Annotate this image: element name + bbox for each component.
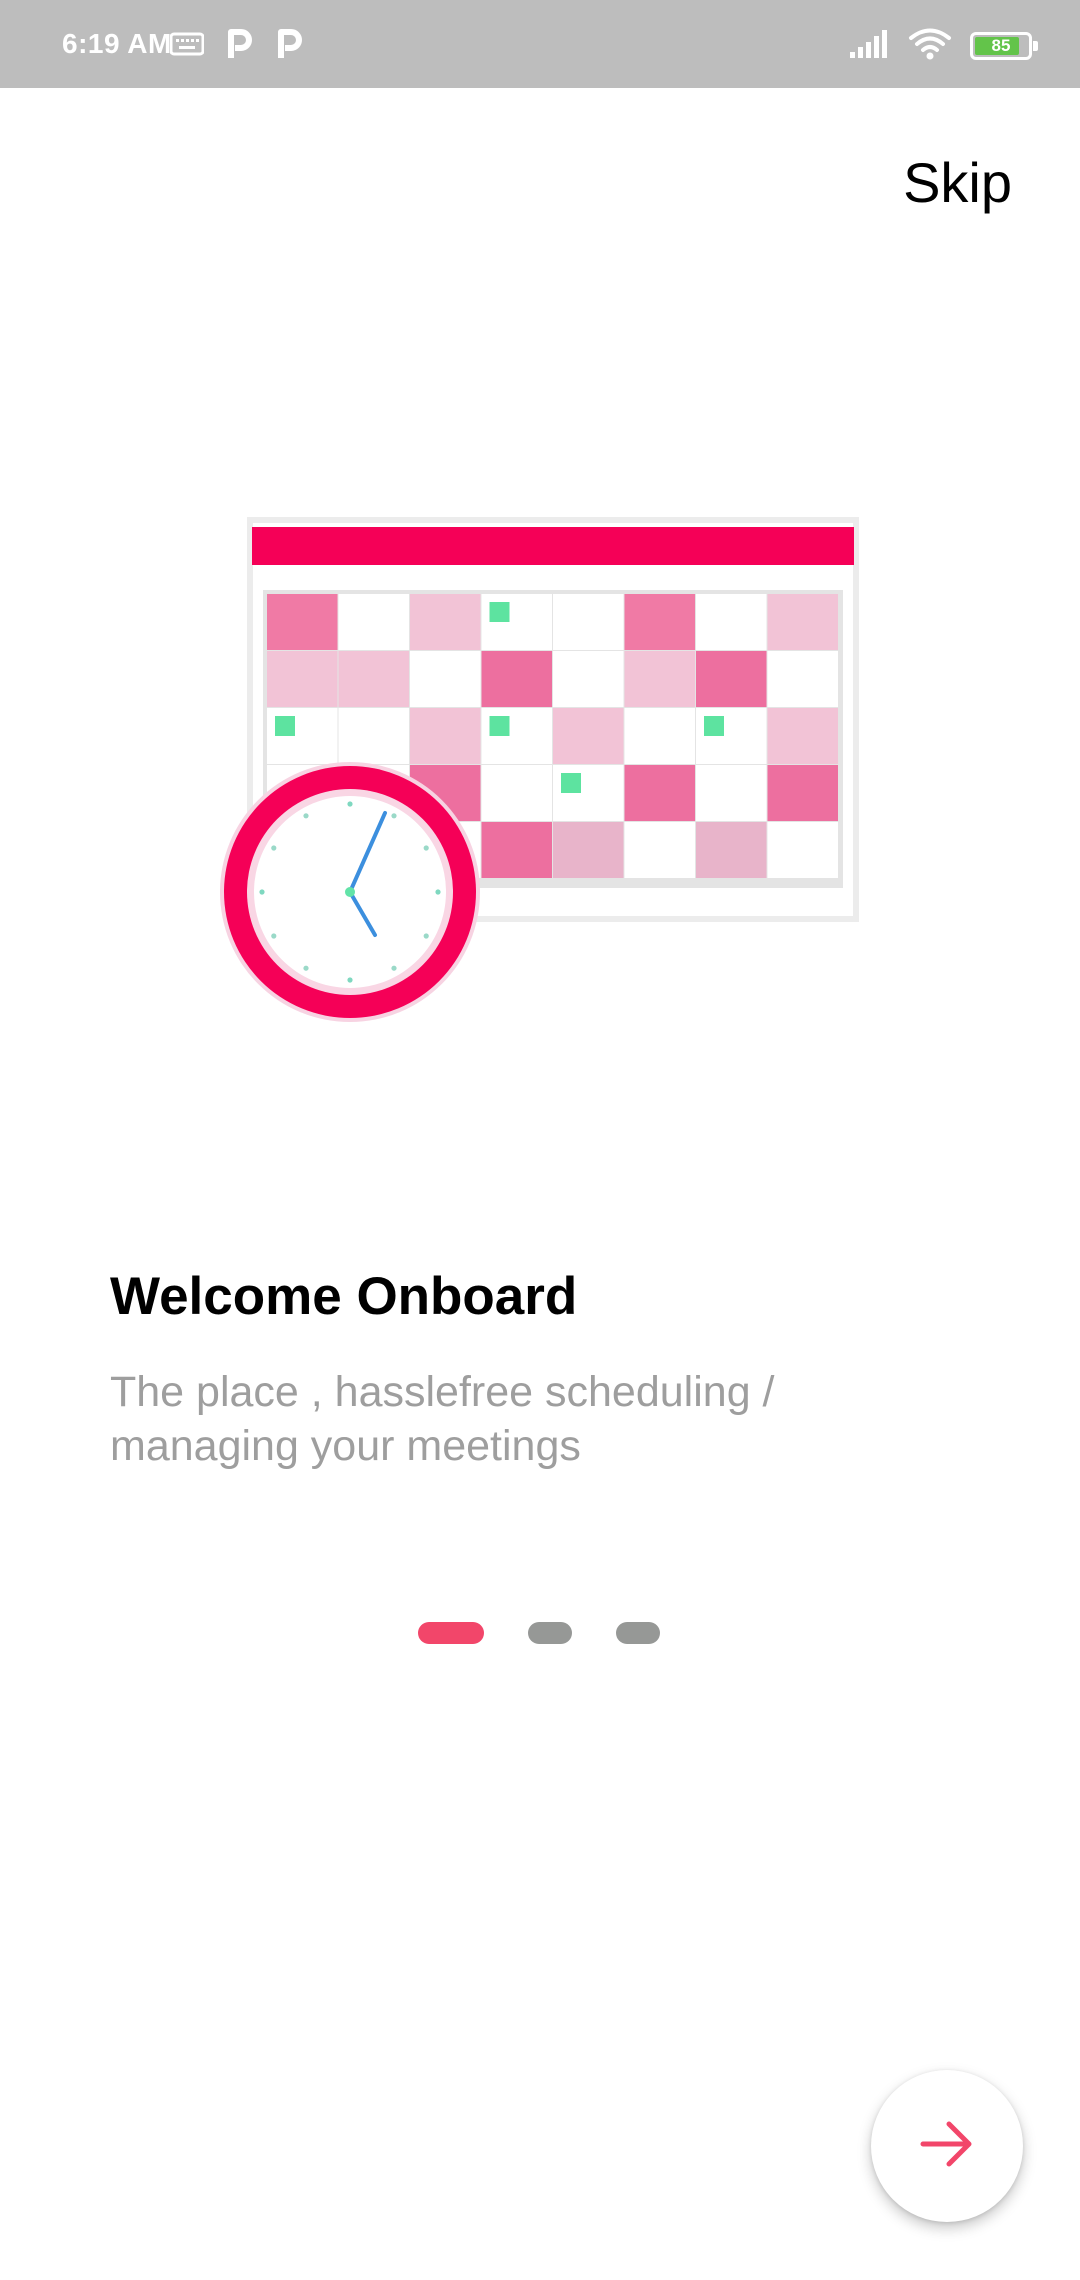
next-button[interactable] — [871, 2070, 1023, 2222]
wifi-icon — [908, 27, 952, 66]
calendar-cell — [624, 651, 695, 707]
calendar-cell — [410, 651, 481, 707]
calendar-cell — [267, 594, 338, 650]
page-dot-active — [418, 1622, 484, 1644]
calendar-cell — [338, 594, 409, 650]
clock-tick — [435, 889, 441, 895]
calendar-cell — [696, 765, 767, 821]
clock-tick — [423, 845, 429, 851]
calendar-cell — [553, 594, 624, 650]
calendar-header — [252, 527, 854, 565]
calendar-cell — [696, 594, 767, 650]
calendar-cell — [624, 765, 695, 821]
page-dot — [616, 1622, 660, 1644]
calendar-clock-illustration — [215, 510, 865, 1030]
calendar-cell — [624, 594, 695, 650]
calendar-cell — [767, 822, 838, 878]
calendar-event-marker — [489, 716, 510, 736]
battery-tip — [1033, 41, 1038, 51]
battery-icon: 85 — [970, 32, 1038, 60]
calendar-cell — [481, 651, 552, 707]
onboarding-subtitle: The place , hasslefree scheduling / mana… — [110, 1368, 775, 1470]
status-bar: 6:19 AM 85 — [0, 0, 1080, 88]
notification-icons — [169, 28, 304, 65]
calendar-cell — [338, 651, 409, 707]
calendar-cell — [481, 765, 552, 821]
clock-tick — [391, 813, 397, 819]
clock-tick — [391, 965, 397, 971]
clock-tick — [303, 813, 309, 819]
calendar-cell — [767, 708, 838, 764]
page-indicator — [418, 1622, 660, 1644]
parking-p-icon — [274, 28, 304, 65]
clock-tick — [423, 933, 429, 939]
calendar-cell — [696, 651, 767, 707]
calendar-cell — [767, 594, 838, 650]
calendar-event-marker — [275, 716, 295, 736]
clock-tick — [259, 889, 265, 895]
page-dot — [528, 1622, 572, 1644]
system-icons: 85 — [848, 27, 1038, 66]
calendar-cell — [553, 651, 624, 707]
calendar-cell — [338, 708, 409, 764]
calendar-cell — [767, 765, 838, 821]
clock-tick — [271, 845, 277, 851]
calendar-event-marker — [704, 716, 724, 736]
calendar-cell — [624, 822, 695, 878]
status-time: 6:19 AM — [62, 28, 172, 59]
onboarding-title: Welcome Onboard — [110, 1267, 578, 1326]
clock-center — [345, 887, 355, 897]
clock-tick — [271, 933, 277, 939]
calendar-cell — [553, 822, 624, 878]
parking-p-icon — [224, 28, 254, 65]
calendar-cell — [553, 708, 624, 764]
calendar-cell — [481, 822, 552, 878]
calendar-cell — [624, 708, 695, 764]
calendar-cell — [267, 651, 338, 707]
calendar-cell — [696, 822, 767, 878]
calendar-cell — [767, 651, 838, 707]
arrow-right-icon — [919, 2119, 975, 2174]
battery-level: 85 — [991, 36, 1011, 55]
clock-tick — [347, 977, 353, 983]
clock-tick — [347, 801, 353, 807]
keyboard-icon — [169, 32, 205, 61]
calendar-event-marker — [561, 773, 581, 793]
calendar-event-marker — [489, 602, 510, 622]
clock-tick — [303, 965, 309, 971]
skip-button[interactable]: Skip — [903, 150, 1012, 215]
calendar-cell — [410, 708, 481, 764]
onboarding-screen: 6:19 AM 85 Skip Welcome Onboard The plac… — [0, 0, 1080, 2280]
signal-icon — [848, 28, 890, 65]
clock-icon — [220, 762, 480, 1022]
calendar-cell — [410, 594, 481, 650]
